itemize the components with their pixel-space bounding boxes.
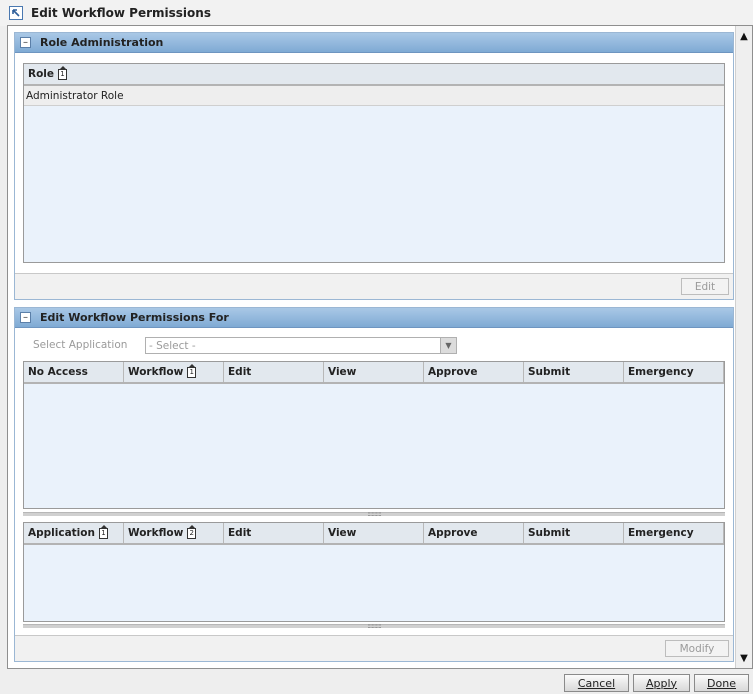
edit-button[interactable]: Edit	[681, 278, 729, 295]
scroll-down-icon[interactable]: ▼	[736, 650, 752, 666]
column-header-approve[interactable]: Approve	[424, 523, 524, 543]
column-header-edit[interactable]: Edit	[224, 523, 324, 543]
modify-button[interactable]: Modify	[665, 640, 729, 657]
resize-arrow-icon[interactable]	[9, 6, 23, 20]
available-workflows-table: No Access Workflow 1 Edit View Approve Su…	[23, 361, 725, 509]
column-header-submit[interactable]: Submit	[524, 362, 624, 382]
chevron-down-icon[interactable]: ▼	[440, 338, 456, 353]
panel-title: Edit Workflow Permissions For	[40, 311, 229, 324]
role-name: Administrator Role	[26, 89, 124, 102]
dialog-content: – Role Administration Role 1 Administrat…	[10, 28, 734, 666]
column-header-application[interactable]: Application 1	[24, 523, 124, 543]
scroll-up-icon[interactable]: ▲	[736, 28, 752, 44]
column-header-view[interactable]: View	[324, 523, 424, 543]
dialog-footer: Cancel Apply Done	[0, 669, 753, 694]
sort-icon: 1	[187, 363, 197, 378]
sort-icon: 1	[98, 524, 108, 539]
column-header-submit[interactable]: Submit	[524, 523, 624, 543]
role-administration-panel: – Role Administration Role 1 Administrat…	[14, 32, 734, 300]
column-header-workflow[interactable]: Workflow 1	[124, 362, 224, 382]
role-table: Role 1 Administrator Role	[23, 63, 725, 263]
column-header-no-access[interactable]: No Access	[24, 362, 124, 382]
column-header-edit[interactable]: Edit	[224, 362, 324, 382]
done-button[interactable]: Done	[694, 674, 749, 692]
splitter-handle[interactable]: ::::::::::	[23, 511, 725, 518]
available-workflows-header: No Access Workflow 1 Edit View Approve Su…	[24, 362, 724, 384]
column-header-approve[interactable]: Approve	[424, 362, 524, 382]
column-header-emergency[interactable]: Emergency	[624, 523, 724, 543]
cancel-button[interactable]: Cancel	[564, 674, 629, 692]
column-header-workflow[interactable]: Workflow 2	[124, 523, 224, 543]
assigned-workflows-header: Application 1 Workflow 2 Edit View Approve…	[24, 523, 724, 545]
title-bar: Edit Workflow Permissions	[0, 0, 753, 26]
window-title: Edit Workflow Permissions	[31, 6, 211, 20]
collapse-icon[interactable]: –	[20, 312, 31, 323]
assigned-workflows-table: Application 1 Workflow 2 Edit View Approve…	[23, 522, 725, 622]
apply-button[interactable]: Apply	[633, 674, 690, 692]
role-administration-header: – Role Administration	[15, 33, 733, 53]
permissions-button-bar: Modify	[15, 635, 733, 661]
vertical-scrollbar[interactable]: ▲ ▼	[735, 26, 752, 668]
sort-icon: 2	[187, 524, 197, 539]
select-application-dropdown[interactable]: - Select - ▼	[145, 337, 457, 354]
workflow-permissions-header: – Edit Workflow Permissions For	[15, 308, 733, 328]
column-header-role[interactable]: Role 1	[24, 64, 724, 84]
select-application-label: Select Application	[33, 339, 128, 351]
role-button-bar: Edit	[15, 273, 733, 299]
role-table-header: Role 1	[24, 64, 724, 86]
workflow-permissions-panel: – Edit Workflow Permissions For Select A…	[14, 307, 734, 662]
panel-title: Role Administration	[40, 36, 164, 49]
dialog-frame: – Role Administration Role 1 Administrat…	[7, 25, 753, 669]
column-header-emergency[interactable]: Emergency	[624, 362, 724, 382]
table-row[interactable]: Administrator Role	[24, 86, 724, 106]
splitter-handle[interactable]: ::::::::::	[23, 623, 725, 630]
collapse-icon[interactable]: –	[20, 37, 31, 48]
column-header-view[interactable]: View	[324, 362, 424, 382]
sort-icon: 1	[58, 65, 68, 80]
